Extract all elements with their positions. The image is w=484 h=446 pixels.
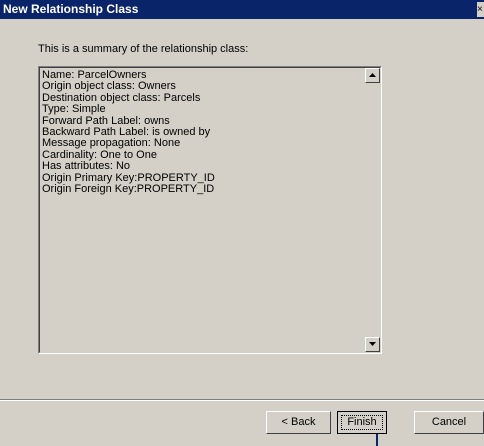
title-bar[interactable]: New Relationship Class × (0, 0, 484, 19)
finish-button[interactable]: Finish (337, 411, 387, 434)
summary-text: Name: ParcelOwners Origin object class: … (42, 69, 362, 196)
summary-textbox[interactable]: Name: ParcelOwners Origin object class: … (38, 66, 382, 354)
summary-line-foreign-key: Origin Foreign Key:PROPERTY_ID (42, 183, 215, 196)
scroll-up-button[interactable] (365, 68, 380, 83)
pointer-indicator (376, 434, 378, 446)
new-relationship-class-dialog: New Relationship Class × This is a summa… (0, 0, 484, 446)
dialog-title: New Relationship Class (3, 2, 139, 16)
summary-line-has-attributes: Has attributes: No (42, 160, 131, 173)
back-button[interactable]: < Back (266, 411, 331, 434)
arrow-down-icon (369, 342, 376, 346)
close-icon[interactable]: × (477, 2, 484, 17)
summary-intro-label: This is a summary of the relationship cl… (38, 43, 249, 55)
vertical-scrollbar[interactable] (365, 68, 380, 352)
scroll-down-button[interactable] (365, 337, 380, 352)
summary-textbox-frame: Name: ParcelOwners Origin object class: … (39, 67, 381, 353)
button-separator (0, 399, 484, 401)
finish-button-label: Finish (341, 415, 383, 430)
cancel-button[interactable]: Cancel (414, 411, 484, 434)
arrow-up-icon (369, 73, 376, 77)
summary-line-type: Type: Simple (42, 103, 106, 116)
